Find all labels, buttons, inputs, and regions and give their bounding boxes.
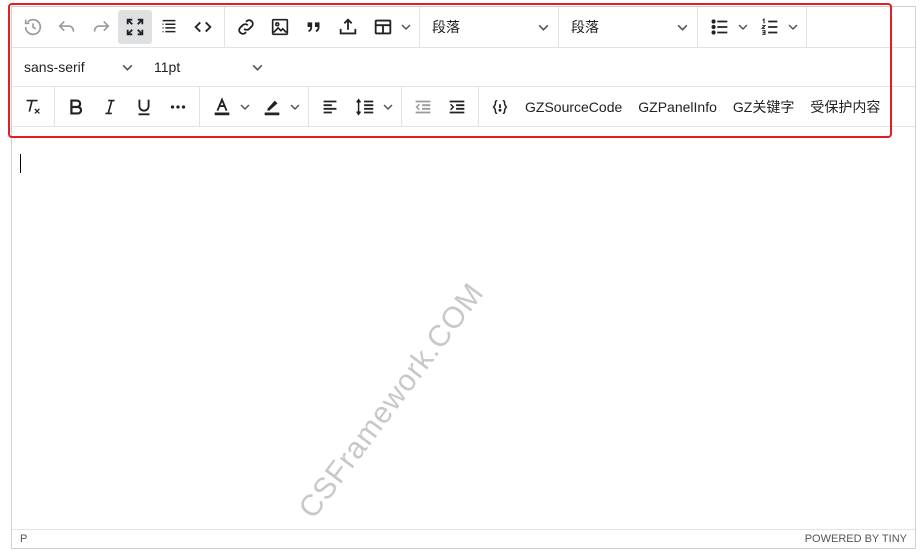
chevron-down-icon <box>536 20 550 34</box>
chevron-down-icon[interactable] <box>238 100 252 114</box>
indent-group <box>402 87 479 126</box>
chevron-down-icon[interactable] <box>786 20 800 34</box>
upload-icon[interactable] <box>331 10 365 44</box>
line-height-split-button[interactable] <box>347 90 397 124</box>
align-group <box>309 87 402 126</box>
highlight-color-icon[interactable] <box>256 90 288 124</box>
list-group <box>698 7 807 47</box>
indent-icon[interactable] <box>440 90 474 124</box>
italic-icon[interactable] <box>93 90 127 124</box>
clear-formatting-icon[interactable] <box>16 90 50 124</box>
numbered-list-icon[interactable] <box>754 10 786 44</box>
history-icon[interactable] <box>16 10 50 44</box>
chevron-down-icon[interactable] <box>399 20 413 34</box>
fullscreen-icon[interactable] <box>118 10 152 44</box>
bullet-list-split-button[interactable] <box>702 10 752 44</box>
text-caret <box>20 154 21 173</box>
color-group <box>200 87 309 126</box>
chevron-down-icon[interactable] <box>288 100 302 114</box>
bullet-list-icon[interactable] <box>704 10 736 44</box>
gz-panel-info-button[interactable]: GZPanelInfo <box>630 90 725 124</box>
link-icon[interactable] <box>229 10 263 44</box>
outline-list-icon[interactable] <box>152 10 186 44</box>
font-size-label: 11pt <box>154 59 181 75</box>
line-height-icon[interactable] <box>349 90 381 124</box>
custom-plugin-group: GZSourceCode GZPanelInfo GZ关键字 受保护内容 <box>479 87 892 126</box>
chevron-down-icon <box>120 60 134 74</box>
numbered-list-split-button[interactable] <box>752 10 802 44</box>
powered-by-link[interactable]: POWERED BY TINY <box>805 533 907 545</box>
text-color-icon[interactable] <box>206 90 238 124</box>
chevron-down-icon[interactable] <box>381 100 395 114</box>
toolbar-row-3: GZSourceCode GZPanelInfo GZ关键字 受保护内容 <box>12 87 915 127</box>
text-color-split-button[interactable] <box>204 90 254 124</box>
block-format-select-2[interactable]: 段落 <box>559 10 697 44</box>
editor-content-area[interactable]: CSFramework.COM <box>12 128 915 531</box>
blockquote-icon[interactable] <box>297 10 331 44</box>
more-icon[interactable] <box>161 90 195 124</box>
protected-content-button[interactable]: 受保护内容 <box>802 90 888 124</box>
history-group <box>12 7 225 47</box>
table-icon[interactable] <box>367 10 399 44</box>
rich-text-editor: 段落 段落 sans-serif 11pt GZSourceCode GZPan… <box>11 6 916 549</box>
highlight-color-split-button[interactable] <box>254 90 304 124</box>
chevron-down-icon <box>675 20 689 34</box>
redo-icon[interactable] <box>84 10 118 44</box>
table-split-button[interactable] <box>365 10 415 44</box>
underline-icon[interactable] <box>127 90 161 124</box>
font-family-select[interactable]: sans-serif <box>12 50 142 84</box>
image-icon[interactable] <box>263 10 297 44</box>
outdent-icon[interactable] <box>406 90 440 124</box>
undo-icon[interactable] <box>50 10 84 44</box>
block-format-select-1[interactable]: 段落 <box>420 10 558 44</box>
element-path[interactable]: P <box>20 533 27 545</box>
font-family-label: sans-serif <box>24 59 85 75</box>
gz-source-code-button[interactable]: GZSourceCode <box>517 90 630 124</box>
resize-handle[interactable] <box>905 538 915 548</box>
watermark: CSFramework.COM <box>292 276 491 525</box>
block-format-label-2: 段落 <box>571 19 599 35</box>
bold-icon[interactable] <box>59 90 93 124</box>
block-format-group-2: 段落 <box>559 7 698 47</box>
gz-keyword-button[interactable]: GZ关键字 <box>725 90 802 124</box>
toolbar-row-2: sans-serif 11pt <box>12 48 915 87</box>
status-bar: P POWERED BY TINY <box>12 529 915 548</box>
block-format-group-1: 段落 <box>420 7 559 47</box>
chevron-down-icon <box>250 60 264 74</box>
insert-group <box>225 7 420 47</box>
code-braces-icon[interactable] <box>483 90 517 124</box>
clear-format-group <box>12 87 55 126</box>
chevron-down-icon[interactable] <box>736 20 750 34</box>
source-code-icon[interactable] <box>186 10 220 44</box>
align-left-icon[interactable] <box>313 90 347 124</box>
font-size-select[interactable]: 11pt <box>142 50 272 84</box>
text-style-group <box>55 87 200 126</box>
toolbar-row-1: 段落 段落 <box>12 7 915 48</box>
block-format-label-1: 段落 <box>432 19 460 35</box>
